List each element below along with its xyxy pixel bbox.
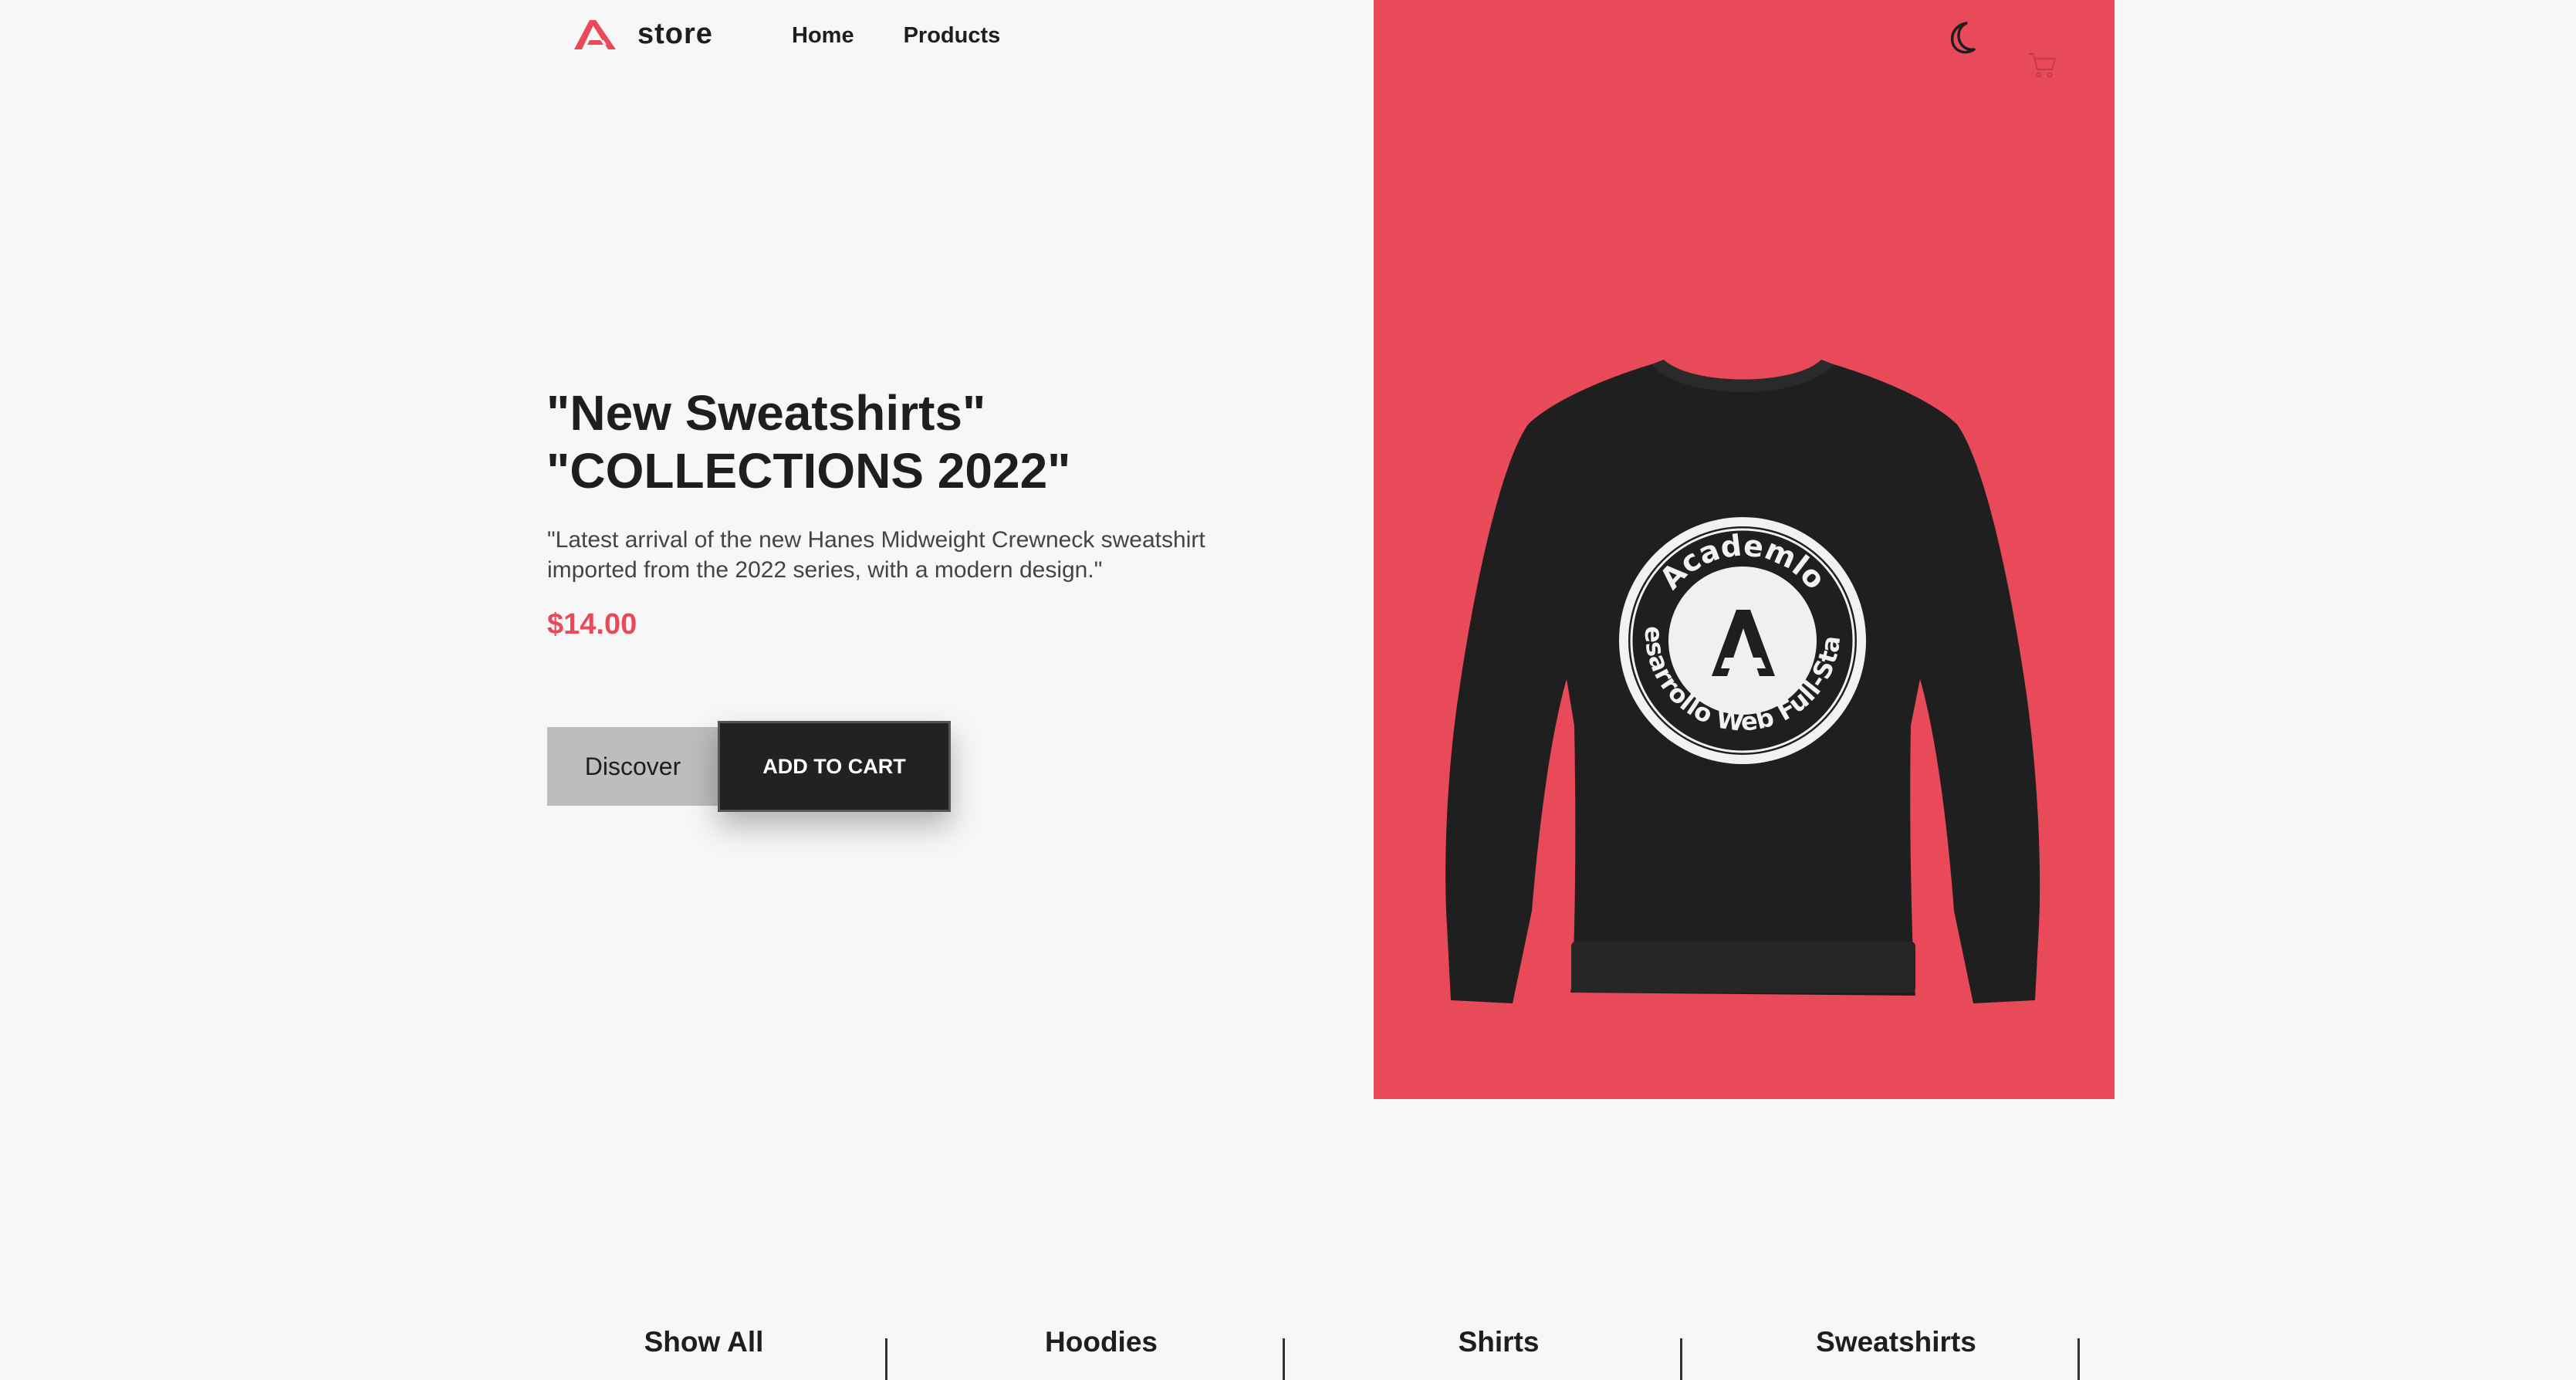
- category-show-all[interactable]: Show All: [526, 1326, 881, 1358]
- nav-products-link[interactable]: Products: [904, 23, 1001, 49]
- product-price: $14.00: [547, 608, 637, 641]
- category-sweatshirts[interactable]: Sweatshirts: [1719, 1326, 2074, 1358]
- hero-description: "Latest arrival of the new Hanes Midweig…: [547, 527, 1205, 583]
- brand-name: store: [637, 17, 713, 50]
- category-shirts[interactable]: Shirts: [1321, 1326, 1676, 1358]
- nav-home-link[interactable]: Home: [792, 23, 854, 49]
- category-divider: [1283, 1338, 1285, 1380]
- hero-title-line-1: "New Sweatshirts": [546, 385, 986, 441]
- category-hoodies[interactable]: Hoodies: [924, 1326, 1279, 1358]
- cart-icon[interactable]: [2027, 49, 2057, 84]
- academlo-logo-icon: [573, 17, 617, 51]
- category-divider: [2077, 1338, 2080, 1380]
- add-to-cart-button[interactable]: ADD TO CART: [718, 721, 951, 812]
- brand-logo[interactable]: store: [573, 17, 713, 51]
- main-nav: Home Products: [792, 23, 1000, 49]
- hero-title: "New Sweatshirts" "COLLECTIONS 2022": [546, 384, 1179, 500]
- category-divider: [1680, 1338, 1682, 1380]
- page: store Home Products Academlo esarrollo W…: [0, 0, 2576, 1380]
- discover-button[interactable]: Discover: [547, 727, 718, 806]
- category-filter-bar: Show All Hoodies Shirts Sweatshirts: [0, 1326, 2576, 1380]
- moon-icon[interactable]: [1943, 19, 1980, 59]
- sweatshirt-illustration: Academlo Desarrollo Web Full-Stack: [1374, 0, 2040, 1003]
- category-divider: [885, 1338, 887, 1380]
- hero-product-image: Academlo Desarrollo Web Full-Stack: [1374, 0, 2115, 1099]
- hero-title-line-2: "COLLECTIONS 2022": [546, 443, 1071, 499]
